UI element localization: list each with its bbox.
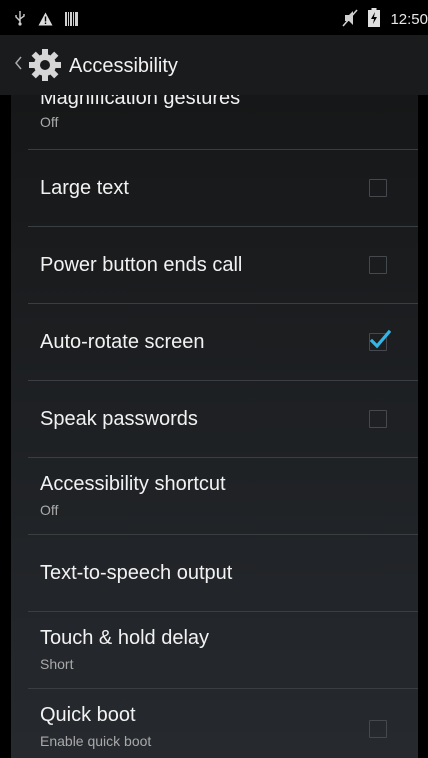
preference-title: Speak passwords: [40, 408, 198, 430]
preference-summary: Off: [40, 502, 59, 518]
preference-power-button-ends-call[interactable]: Power button ends call: [11, 227, 418, 303]
preference-title: Quick boot: [40, 704, 136, 726]
quick-boot-checkbox[interactable]: [369, 720, 387, 738]
preference-summary: Short: [40, 656, 74, 672]
power-button-ends-call-checkbox[interactable]: [369, 256, 387, 274]
preference-summary: Off: [40, 114, 59, 130]
status-bar: 12:50: [0, 0, 428, 35]
preference-large-text[interactable]: Large text: [11, 150, 418, 226]
speak-passwords-checkbox[interactable]: [369, 410, 387, 428]
preference-title: Text-to-speech output: [40, 562, 233, 584]
checkmark-icon: [369, 328, 392, 354]
usb-icon: [14, 10, 26, 30]
battery-charging-icon: [368, 8, 381, 31]
preference-accessibility-shortcut[interactable]: Accessibility shortcut Off: [11, 458, 418, 534]
mute-icon: [342, 8, 359, 31]
preference-title: Auto-rotate screen: [40, 331, 205, 353]
clock-time: 12:50: [390, 11, 428, 28]
warning-icon: [38, 11, 53, 30]
preference-title: Touch & hold delay: [40, 627, 210, 649]
settings-gear-icon[interactable]: [28, 48, 62, 82]
preference-magnification-gestures[interactable]: Magnification gestures Off: [11, 95, 418, 148]
preference-title: Accessibility shortcut: [40, 473, 226, 495]
preference-speak-passwords[interactable]: Speak passwords: [11, 381, 418, 457]
preference-list[interactable]: Magnification gestures Off Large text Po…: [11, 95, 428, 758]
preference-quick-boot[interactable]: Quick boot Enable quick boot: [11, 689, 418, 758]
back-caret-icon[interactable]: [14, 55, 22, 74]
preference-touch-hold-delay[interactable]: Touch & hold delay Short: [11, 612, 418, 688]
page-title: Accessibility: [69, 55, 178, 77]
preference-title: Power button ends call: [40, 254, 243, 276]
left-edge: [0, 95, 11, 758]
preference-auto-rotate-screen[interactable]: Auto-rotate screen: [11, 304, 418, 380]
right-edge: [418, 95, 428, 758]
preference-title: Large text: [40, 177, 129, 199]
preference-summary: Enable quick boot: [40, 733, 152, 749]
preference-text-to-speech-output[interactable]: Text-to-speech output: [11, 535, 418, 611]
barcode-icon: [65, 11, 78, 30]
large-text-checkbox[interactable]: [369, 179, 387, 197]
action-bar: Accessibility: [0, 35, 428, 95]
preference-title: Magnification gestures: [40, 95, 241, 109]
